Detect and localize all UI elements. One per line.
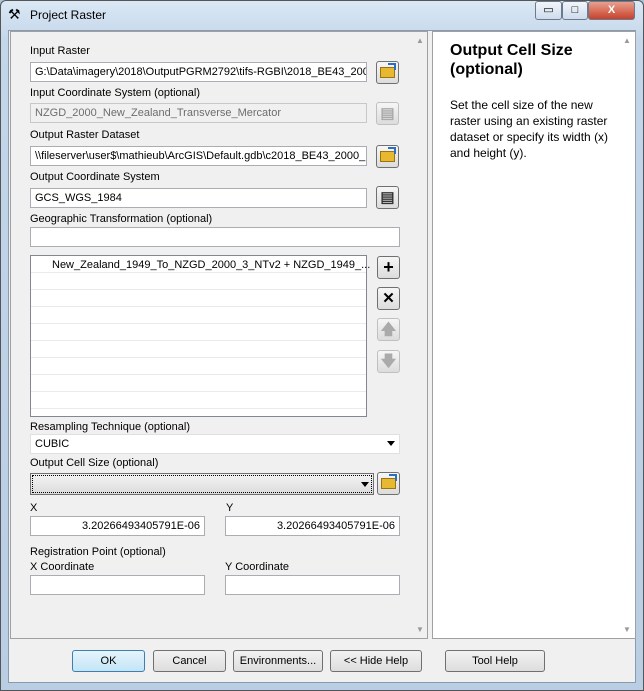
tool-help-button[interactable]: Tool Help: [445, 650, 545, 672]
output-raster-field[interactable]: \\fileserver\user$\mathieub\ArcGIS\Defau…: [30, 146, 367, 166]
ok-button[interactable]: OK: [72, 650, 145, 672]
hammer-icon: ⚒: [8, 6, 21, 22]
folder-icon: [380, 147, 396, 162]
list-item-empty: [31, 358, 366, 375]
y-coordinate-field[interactable]: [225, 575, 400, 595]
list-item-empty: [31, 307, 366, 324]
list-item-empty: [31, 273, 366, 290]
list-item-empty: [31, 290, 366, 307]
list-item-empty: [31, 341, 366, 358]
list-item[interactable]: New_Zealand_1949_To_NZGD_2000_3_NTv2 + N…: [31, 256, 370, 273]
x-field[interactable]: 3.20266493405791E-06: [30, 516, 205, 536]
cancel-button[interactable]: Cancel: [153, 650, 226, 672]
browse-cell-size-button[interactable]: [377, 472, 400, 495]
resampling-label: Resampling Technique (optional): [30, 421, 191, 433]
move-down-button[interactable]: 🡇: [377, 350, 400, 373]
folder-icon: [381, 474, 397, 489]
folder-icon: [380, 63, 396, 78]
environments-button[interactable]: Environments...: [233, 650, 323, 672]
chevron-down-icon: [387, 441, 395, 446]
arrow-down-icon: 🡇: [380, 353, 397, 370]
minimize-button[interactable]: ▭: [535, 1, 562, 20]
geo-transform-list[interactable]: New_Zealand_1949_To_NZGD_2000_3_NTv2 + N…: [30, 255, 370, 417]
y-field[interactable]: 3.20266493405791E-06: [225, 516, 400, 536]
resampling-value: CUBIC: [35, 438, 70, 450]
geo-transform-label: Geographic Transformation (optional): [30, 213, 213, 225]
output-cs-field[interactable]: GCS_WGS_1984: [30, 188, 367, 208]
x-label: X: [30, 502, 38, 514]
chevron-down-icon: [361, 482, 369, 487]
parameters-scrollbar[interactable]: ▲ ▼: [413, 32, 427, 638]
add-button[interactable]: +: [377, 256, 400, 279]
help-body: Set the cell size of the new raster usin…: [450, 98, 609, 160]
list-item-empty: [31, 324, 366, 341]
y-coordinate-label: Y Coordinate: [225, 561, 290, 573]
output-cs-properties-button[interactable]: ▤: [376, 186, 399, 209]
input-cs-properties-button[interactable]: ▤: [376, 102, 399, 125]
properties-icon: ▤: [380, 189, 395, 206]
x-icon: ✕: [382, 290, 395, 307]
registration-label: Registration Point (optional): [30, 546, 166, 558]
cell-size-label: Output Cell Size (optional): [30, 457, 159, 469]
y-label: Y: [226, 502, 234, 514]
list-item-empty: [31, 375, 366, 392]
move-up-button[interactable]: 🡅: [377, 318, 400, 341]
input-raster-field[interactable]: G:\Data\imagery\2018\OutputPGRM2792\tifs…: [30, 62, 367, 82]
output-cs-label: Output Coordinate System: [30, 171, 160, 183]
cell-size-combo[interactable]: [30, 473, 374, 495]
output-raster-label: Output Raster Dataset: [30, 129, 140, 141]
input-cs-label: Input Coordinate System (optional): [30, 87, 200, 99]
geo-transform-field[interactable]: [30, 227, 400, 247]
help-title: Output Cell Size (optional): [450, 42, 573, 78]
browse-input-raster-button[interactable]: [376, 61, 399, 84]
hide-help-button[interactable]: << Hide Help: [330, 650, 422, 672]
window-title: Project Raster: [30, 8, 107, 22]
input-raster-label: Input Raster: [30, 45, 90, 57]
properties-icon: ▤: [380, 105, 395, 122]
close-button[interactable]: X: [588, 1, 635, 20]
x-coordinate-label: X Coordinate: [30, 561, 95, 573]
maximize-button[interactable]: □: [562, 1, 588, 20]
plus-icon: +: [383, 257, 394, 277]
browse-output-raster-button[interactable]: [376, 145, 399, 168]
list-item-empty: [31, 392, 366, 409]
input-cs-field[interactable]: NZGD_2000_New_Zealand_Transverse_Mercato…: [30, 103, 367, 123]
x-coordinate-field[interactable]: [30, 575, 205, 595]
remove-button[interactable]: ✕: [377, 287, 400, 310]
arrow-up-icon: 🡅: [380, 321, 397, 338]
help-scrollbar[interactable]: ▲ ▼: [620, 32, 634, 638]
resampling-dropdown[interactable]: CUBIC: [30, 434, 400, 454]
